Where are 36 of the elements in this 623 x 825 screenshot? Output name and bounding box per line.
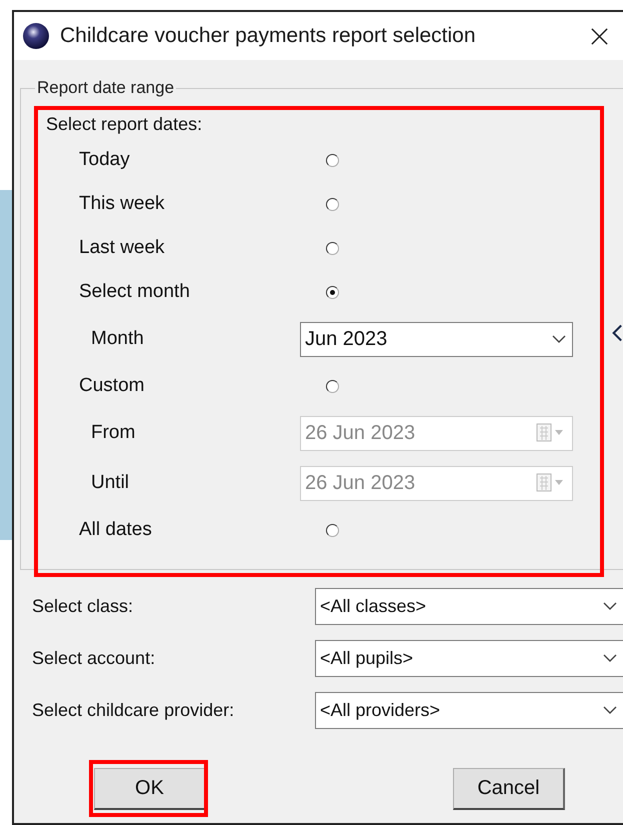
chevron-down-icon xyxy=(603,706,617,714)
month-dropdown[interactable]: Jun 2023 xyxy=(300,322,573,356)
radio-button[interactable] xyxy=(326,242,339,254)
option-label: Today xyxy=(78,149,131,171)
filter-label: Select account: xyxy=(31,648,156,668)
radio-button[interactable] xyxy=(326,286,339,298)
chevron-down-icon xyxy=(603,654,617,662)
radio-button[interactable] xyxy=(326,524,339,536)
prompt-label: Select report dates: xyxy=(46,114,204,136)
option-label: Custom xyxy=(78,375,146,397)
option-label: Month xyxy=(90,328,145,350)
window-title: Childcare voucher payments report selection xyxy=(60,24,476,48)
radio-button[interactable] xyxy=(326,198,339,210)
filter-dropdown[interactable]: <All providers> xyxy=(315,692,623,728)
calendar-icon xyxy=(536,423,566,443)
filter-label: Select childcare provider: xyxy=(31,700,236,720)
filter-dropdown[interactable]: <All classes> xyxy=(315,588,623,624)
radio-button[interactable] xyxy=(326,380,339,392)
chevron-down-icon xyxy=(552,335,566,343)
option-label: Last week xyxy=(78,237,166,259)
close-icon[interactable] xyxy=(590,26,609,46)
dialog-button[interactable]: Cancel xyxy=(453,768,565,810)
option-label: All dates xyxy=(78,519,153,541)
option-label: Select month xyxy=(78,281,191,303)
filter-dropdown[interactable]: <All pupils> xyxy=(315,640,623,676)
dialog-button[interactable]: OK xyxy=(94,768,206,810)
option-label: This week xyxy=(78,193,166,215)
option-label: From xyxy=(90,422,136,444)
calendar-icon xyxy=(536,473,566,493)
option-label: Until xyxy=(90,472,130,494)
group-title: Report date range xyxy=(36,78,176,98)
chevron-down-icon xyxy=(603,602,617,610)
chevron-icon xyxy=(612,323,622,343)
radio-button[interactable] xyxy=(326,154,339,166)
filter-label: Select class: xyxy=(31,596,134,616)
sphere-icon xyxy=(22,22,50,50)
